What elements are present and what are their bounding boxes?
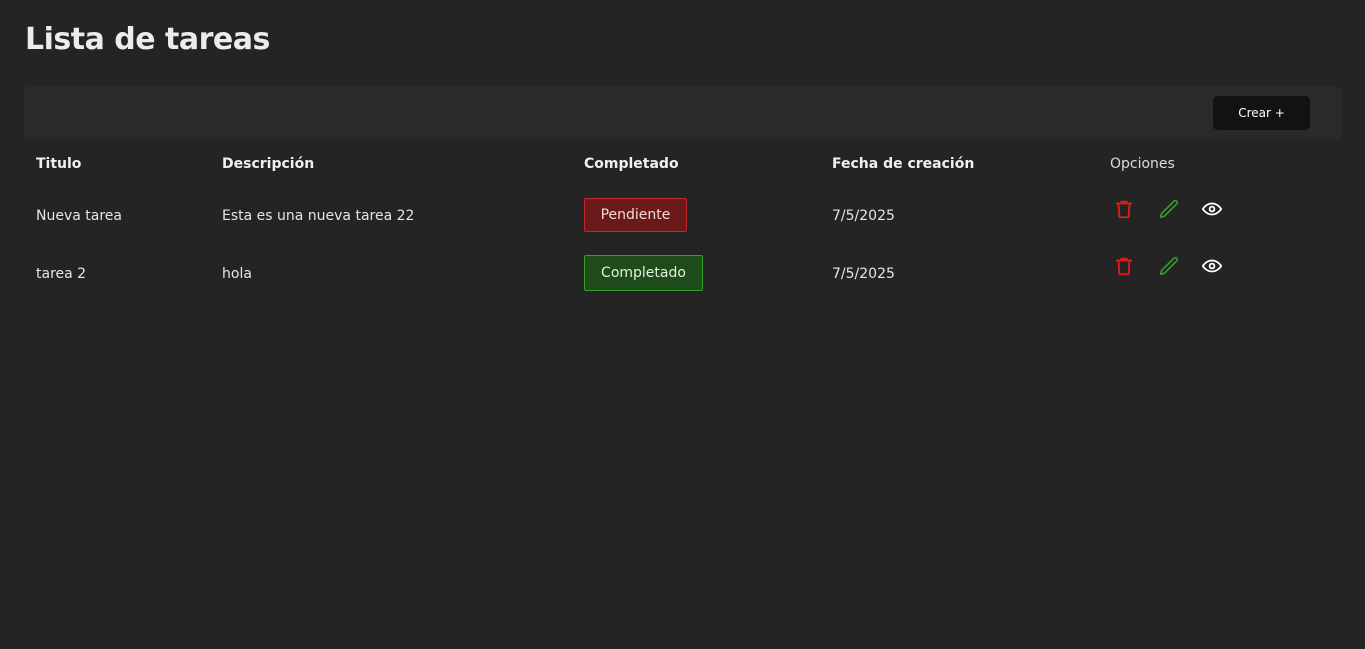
toolbar: Crear + xyxy=(24,86,1342,139)
column-header-descripcion: Descripción xyxy=(222,156,315,172)
eye-icon[interactable] xyxy=(1200,197,1224,221)
page-title: Lista de tareas xyxy=(25,22,270,57)
column-header-fecha: Fecha de creación xyxy=(832,156,975,172)
column-header-titulo: Titulo xyxy=(36,156,82,172)
row-descripcion: Esta es una nueva tarea 22 xyxy=(222,208,415,224)
trash-icon[interactable] xyxy=(1112,254,1136,278)
status-badge: Pendiente xyxy=(584,198,687,232)
create-button[interactable]: Crear + xyxy=(1213,96,1310,130)
status-badge: Completado xyxy=(584,255,703,291)
row-titulo: Nueva tarea xyxy=(36,208,122,224)
row-descripcion: hola xyxy=(222,266,252,282)
column-header-completado: Completado xyxy=(584,156,679,172)
trash-icon[interactable] xyxy=(1112,197,1136,221)
column-header-opciones: Opciones xyxy=(1110,156,1175,172)
row-titulo: tarea 2 xyxy=(36,266,87,282)
row-fecha: 7/5/2025 xyxy=(832,266,895,282)
page: Lista de tareas Crear + Titulo Descripci… xyxy=(0,0,1365,649)
pencil-icon[interactable] xyxy=(1156,197,1180,221)
pencil-icon[interactable] xyxy=(1156,254,1180,278)
eye-icon[interactable] xyxy=(1200,254,1224,278)
row-fecha: 7/5/2025 xyxy=(832,208,895,224)
